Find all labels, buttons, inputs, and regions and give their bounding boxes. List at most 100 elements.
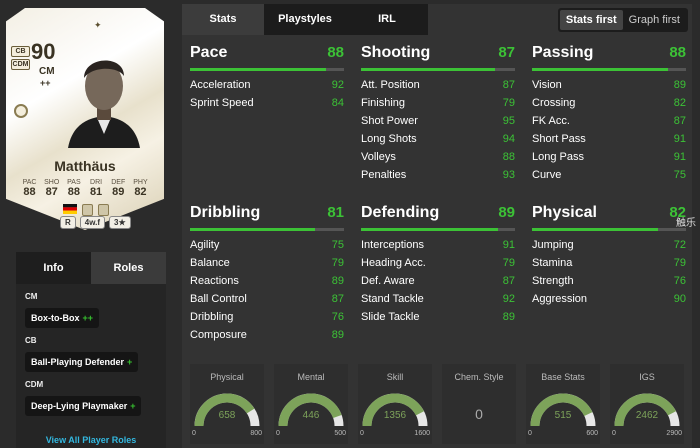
stat-row: Reactions 89 <box>190 275 344 287</box>
role-position: CDM <box>25 380 44 389</box>
tab-stats[interactable]: Stats <box>182 4 264 35</box>
gauge-igs: IGS 2462 0 2900 <box>610 364 684 444</box>
stat-title: Physical <box>532 204 597 221</box>
role-chip-box-to-box[interactable]: Box-to-Box ++ <box>25 308 100 328</box>
stat-block-dribbling: Dribbling 81 Agility 75 Balance 79 Reaction… <box>190 204 344 347</box>
stat-row: Composure 89 <box>190 329 344 341</box>
stat-total: 88 <box>327 44 344 61</box>
stat-block-physical: Physical 82 Jumping 72 Stamina 79 Strength 7… <box>532 204 686 311</box>
stat-row: Long Pass 91 <box>532 151 686 163</box>
view-toggle: Stats first Graph first <box>557 8 688 32</box>
stat-row: Def. Aware 87 <box>361 275 515 287</box>
gauge-base-stats: Base Stats 515 0 600 <box>526 364 600 444</box>
stat-row: Curve 75 <box>532 169 686 181</box>
stat-row: Finishing 79 <box>361 97 515 109</box>
stat-row: Vision 89 <box>532 79 686 91</box>
stat-row: Stand Tackle 92 <box>361 293 515 305</box>
tab-irl[interactable]: IRL <box>346 4 428 35</box>
gauge-physical: Physical 658 0 800 <box>190 364 264 444</box>
stat-row: Short Pass 91 <box>532 133 686 145</box>
gauge-skill: Skill 1356 0 1600 <box>358 364 432 444</box>
stat-row: Att. Position 87 <box>361 79 515 91</box>
stat-bar <box>190 68 344 71</box>
card-attr-def: DEF 89 <box>111 179 126 198</box>
stat-row: Strength 76 <box>532 275 686 287</box>
player-card: ✦ 90 CB CDM CM ++ Matthäus PAC 88 SHO 87 P… <box>6 8 164 230</box>
stat-row: Agility 75 <box>190 239 344 251</box>
main-tabs: Stats Playstyles IRL <box>182 4 428 35</box>
card-position: CM <box>39 66 55 77</box>
stat-row: Ball Control 87 <box>190 293 344 305</box>
player-photo <box>68 60 140 148</box>
card-chips: R 4w.f 3★ <box>60 216 131 229</box>
stat-block-pace: Pace 88 Acceleration 92 Sprint Speed 84 <box>190 44 344 115</box>
stat-bar <box>190 228 344 231</box>
stat-title: Passing <box>532 44 594 61</box>
graph-first-toggle[interactable]: Graph first <box>623 10 686 30</box>
gauge-mental: Mental 446 0 500 <box>274 364 348 444</box>
stat-row: Balance 79 <box>190 257 344 269</box>
view-all-roles-link[interactable]: View All Player Roles <box>16 435 166 445</box>
stat-row: Crossing 82 <box>532 97 686 109</box>
stat-row: Sprint Speed 84 <box>190 97 344 109</box>
germany-flag-icon <box>63 204 77 214</box>
card-attr-pas: PAS 88 <box>67 179 81 198</box>
stat-total: 81 <box>327 204 344 221</box>
card-rating: 90 <box>31 39 56 64</box>
stat-title: Defending <box>361 204 440 221</box>
role-position: CB <box>25 336 37 345</box>
role-chip-deep-lying-playmaker[interactable]: Deep-Lying Playmaker + <box>25 396 142 416</box>
stat-row: Acceleration 92 <box>190 79 344 91</box>
card-attr-pac: PAC 88 <box>22 179 37 198</box>
role-group-cm: CM Box-to-Box ++ <box>16 292 166 328</box>
tab-info[interactable]: Info <box>16 252 91 284</box>
stat-row: Dribbling 76 <box>190 311 344 323</box>
watermark-logo: 触乐 <box>676 218 696 229</box>
stat-row: Jumping 72 <box>532 239 686 251</box>
role-chip-ball-playing-defender[interactable]: Ball-Playing Defender + <box>25 352 139 372</box>
stat-row: Volleys 88 <box>361 151 515 163</box>
alt-position-cdm: CDM <box>11 59 30 70</box>
stats-first-toggle[interactable]: Stats first <box>559 10 623 30</box>
stat-title: Shooting <box>361 44 431 61</box>
stat-row: Shot Power 95 <box>361 115 515 127</box>
card-attr-dri: DRI 81 <box>89 179 103 198</box>
weak-foot-chip: 4w.f <box>79 216 106 229</box>
stat-total: 89 <box>498 204 515 221</box>
stat-total: 87 <box>498 44 515 61</box>
card-position-plus: ++ <box>40 78 51 88</box>
side-tabs: Info Roles <box>16 252 166 284</box>
stat-row: Long Shots 94 <box>361 133 515 145</box>
stat-block-passing: Passing 88 Vision 89 Crossing 82 FK Acc. 87 … <box>532 44 686 187</box>
card-attributes: PAC 88 SHO 87 PAS 88 DRI 81 DEF 89 PHY 82 <box>20 179 150 198</box>
stat-block-shooting: Shooting 87 Att. Position 87 Finishing 79 S… <box>361 44 515 187</box>
stat-title: Pace <box>190 44 228 61</box>
tab-playstyles[interactable]: Playstyles <box>264 4 346 35</box>
gauge-chem-style: Chem. Style 0 <box>442 364 516 444</box>
stat-row: Heading Acc. 79 <box>361 257 515 269</box>
stat-row: Interceptions 91 <box>361 239 515 251</box>
card-flags <box>63 204 109 216</box>
stat-title: Dribbling <box>190 204 261 221</box>
preferred-foot-chip: R <box>60 216 76 229</box>
playstyle-icon <box>14 104 28 118</box>
role-position: CM <box>25 292 38 301</box>
player-name: Matthäus <box>54 158 116 174</box>
stats-panel: Stats Playstyles IRL Stats first Graph f… <box>182 4 692 448</box>
stat-row: FK Acc. 87 <box>532 115 686 127</box>
card-attr-phy: PHY 82 <box>133 179 148 198</box>
stat-row: Penalties 93 <box>361 169 515 181</box>
stat-row: Aggression 90 <box>532 293 686 305</box>
stat-bar <box>532 228 686 231</box>
tab-roles[interactable]: Roles <box>91 252 166 284</box>
stat-block-defending: Defending 89 Interceptions 91 Heading Acc.… <box>361 204 515 329</box>
stat-bar <box>532 68 686 71</box>
card-attr-sho: SHO 87 <box>44 179 60 198</box>
stat-total: 88 <box>669 44 686 61</box>
role-group-cdm: CDM Deep-Lying Playmaker + <box>16 380 166 416</box>
league-icon <box>82 204 93 216</box>
stat-bar <box>361 68 515 71</box>
club-icon <box>98 204 109 216</box>
skill-moves-chip: 3★ <box>109 216 131 229</box>
stat-row: Slide Tackle 89 <box>361 311 515 323</box>
